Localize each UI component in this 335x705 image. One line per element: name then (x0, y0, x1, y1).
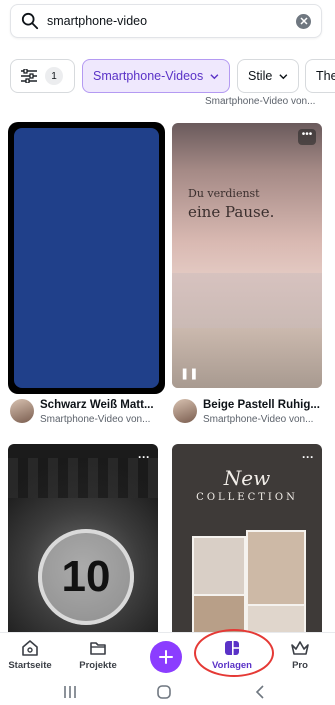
template-meta[interactable]: Schwarz Weiß Matt... Smartphone-Video vo… (10, 399, 154, 429)
template-card[interactable]: ··· 10 (8, 444, 158, 632)
photo-tile (246, 604, 306, 632)
template-text: COLLECTION (196, 492, 298, 503)
nav-projekte[interactable]: Projekte (68, 639, 128, 671)
folder-icon (90, 642, 106, 655)
template-thumbnail (14, 128, 159, 388)
template-subtitle: Smartphone-Video von... (40, 414, 151, 425)
search-bar[interactable]: smartphone-video (10, 4, 322, 38)
template-text: eine Pause. (188, 203, 275, 221)
photo-tile (192, 536, 246, 596)
more-options-icon[interactable]: ••• (298, 129, 316, 145)
chip-label: The (316, 69, 335, 83)
template-meta[interactable]: Beige Pastell Ruhig... Smartphone-Video … (173, 399, 320, 429)
clipped-subtitle: Smartphone-Video von... (205, 96, 316, 107)
sliders-icon (21, 69, 37, 83)
chip-stile[interactable]: Stile (237, 59, 299, 93)
search-input[interactable]: smartphone-video (47, 14, 296, 28)
template-card[interactable]: ··· New COLLECTION (172, 444, 322, 632)
nav-label: Pro (292, 660, 308, 671)
template-text: Du verdienst (188, 187, 260, 200)
template-subtitle: Smartphone-Video von... (203, 414, 314, 425)
template-grid: Smartphone-Video von... ••• Du verdienst… (0, 96, 335, 632)
pause-icon[interactable]: ❚❚ (180, 367, 198, 380)
countdown-number: 10 (38, 529, 134, 625)
search-icon (21, 12, 39, 30)
nav-label: Projekte (79, 660, 117, 671)
chevron-down-icon (210, 73, 219, 79)
avatar (173, 399, 197, 423)
filter-button[interactable]: 1 (10, 59, 75, 93)
bottom-nav: Startseite Projekte Vorlagen Pro (0, 632, 335, 682)
plus-icon (159, 650, 173, 664)
chip-smartphone-videos[interactable]: Smartphone-Videos (82, 59, 230, 93)
crown-icon (291, 641, 309, 655)
recents-icon[interactable] (62, 684, 78, 705)
chevron-down-icon (279, 73, 288, 79)
back-icon[interactable] (252, 684, 268, 705)
template-title: Beige Pastell Ruhig... (203, 399, 320, 411)
more-options-icon[interactable]: ··· (302, 450, 314, 464)
home-button-icon[interactable] (156, 684, 172, 705)
avatar (10, 399, 34, 423)
template-title: Schwarz Weiß Matt... (40, 399, 154, 411)
photo-tile (192, 594, 246, 632)
nav-startseite[interactable]: Startseite (0, 639, 60, 671)
home-icon (22, 640, 38, 656)
film-bars (8, 458, 158, 498)
annotation-circle (194, 629, 274, 677)
template-card[interactable] (8, 122, 165, 394)
photo-tile (246, 530, 306, 606)
filter-row: 1 Smartphone-Videos Stile The (10, 59, 335, 93)
chip-label: Stile (248, 69, 273, 83)
create-button[interactable] (150, 641, 182, 673)
android-nav-bar (0, 682, 335, 705)
template-text: New (223, 466, 271, 490)
more-options-icon[interactable]: ··· (138, 450, 150, 464)
chip-themen[interactable]: The (305, 59, 335, 93)
nav-label: Startseite (8, 660, 52, 671)
filter-count-badge: 1 (45, 67, 63, 85)
nav-pro[interactable]: Pro (270, 639, 330, 671)
template-card[interactable]: ••• Du verdienst eine Pause. ❚❚ (172, 123, 322, 388)
chip-label: Smartphone-Videos (93, 69, 204, 83)
clear-search-icon[interactable] (296, 13, 311, 29)
